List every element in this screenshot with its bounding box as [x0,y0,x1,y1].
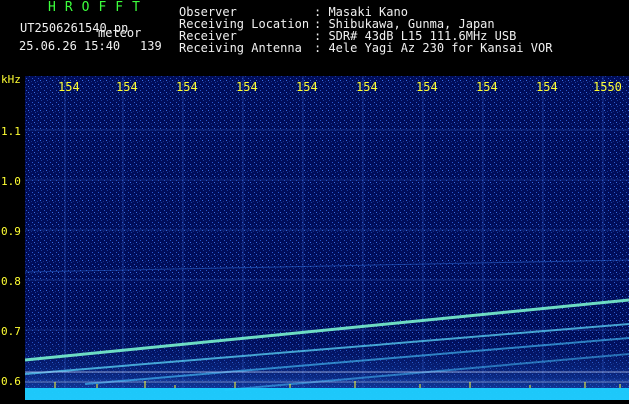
x-tick-4: 154 [236,80,258,94]
y-tick-1.1: 1.1 [1,125,21,138]
y-tick-0.7: 0.7 [1,325,21,338]
x-tick-8: 154 [476,80,498,94]
antenna-value: : 4ele Yagi Az 230 for Kansai VOR [314,41,553,55]
x-tick-7: 154 [416,80,438,94]
y-axis-unit: kHz [1,73,21,86]
x-tick-1: 154 [58,80,80,94]
x-tick-9: 154 [536,80,558,94]
count-label: 139 [140,39,162,53]
app-title: HROFFT [48,0,149,15]
x-tick-2: 154 [116,80,138,94]
x-tick-6: 154 [356,80,378,94]
datetime-label: 25.06.26 15:40 [19,39,121,53]
y-tick-1.0: 1.0 [1,175,21,188]
header-panel: HROFFT UT2506261540.pn meteor 25.06.26 1… [0,0,629,75]
x-tick-10: 1550 [593,80,622,94]
antenna-key: Receiving Antenna [179,41,302,55]
noise-floor-band [25,388,629,400]
y-tick-0.6: 0.6 [1,375,21,388]
x-tick-5: 154 [296,80,318,94]
y-tick-0.8: 0.8 [1,275,21,288]
event-type-label: meteor [98,26,142,40]
y-tick-0.9: 0.9 [1,225,21,238]
spectrogram-canvas [24,76,629,400]
spectrogram[interactable] [24,76,629,400]
x-tick-3: 154 [176,80,198,94]
